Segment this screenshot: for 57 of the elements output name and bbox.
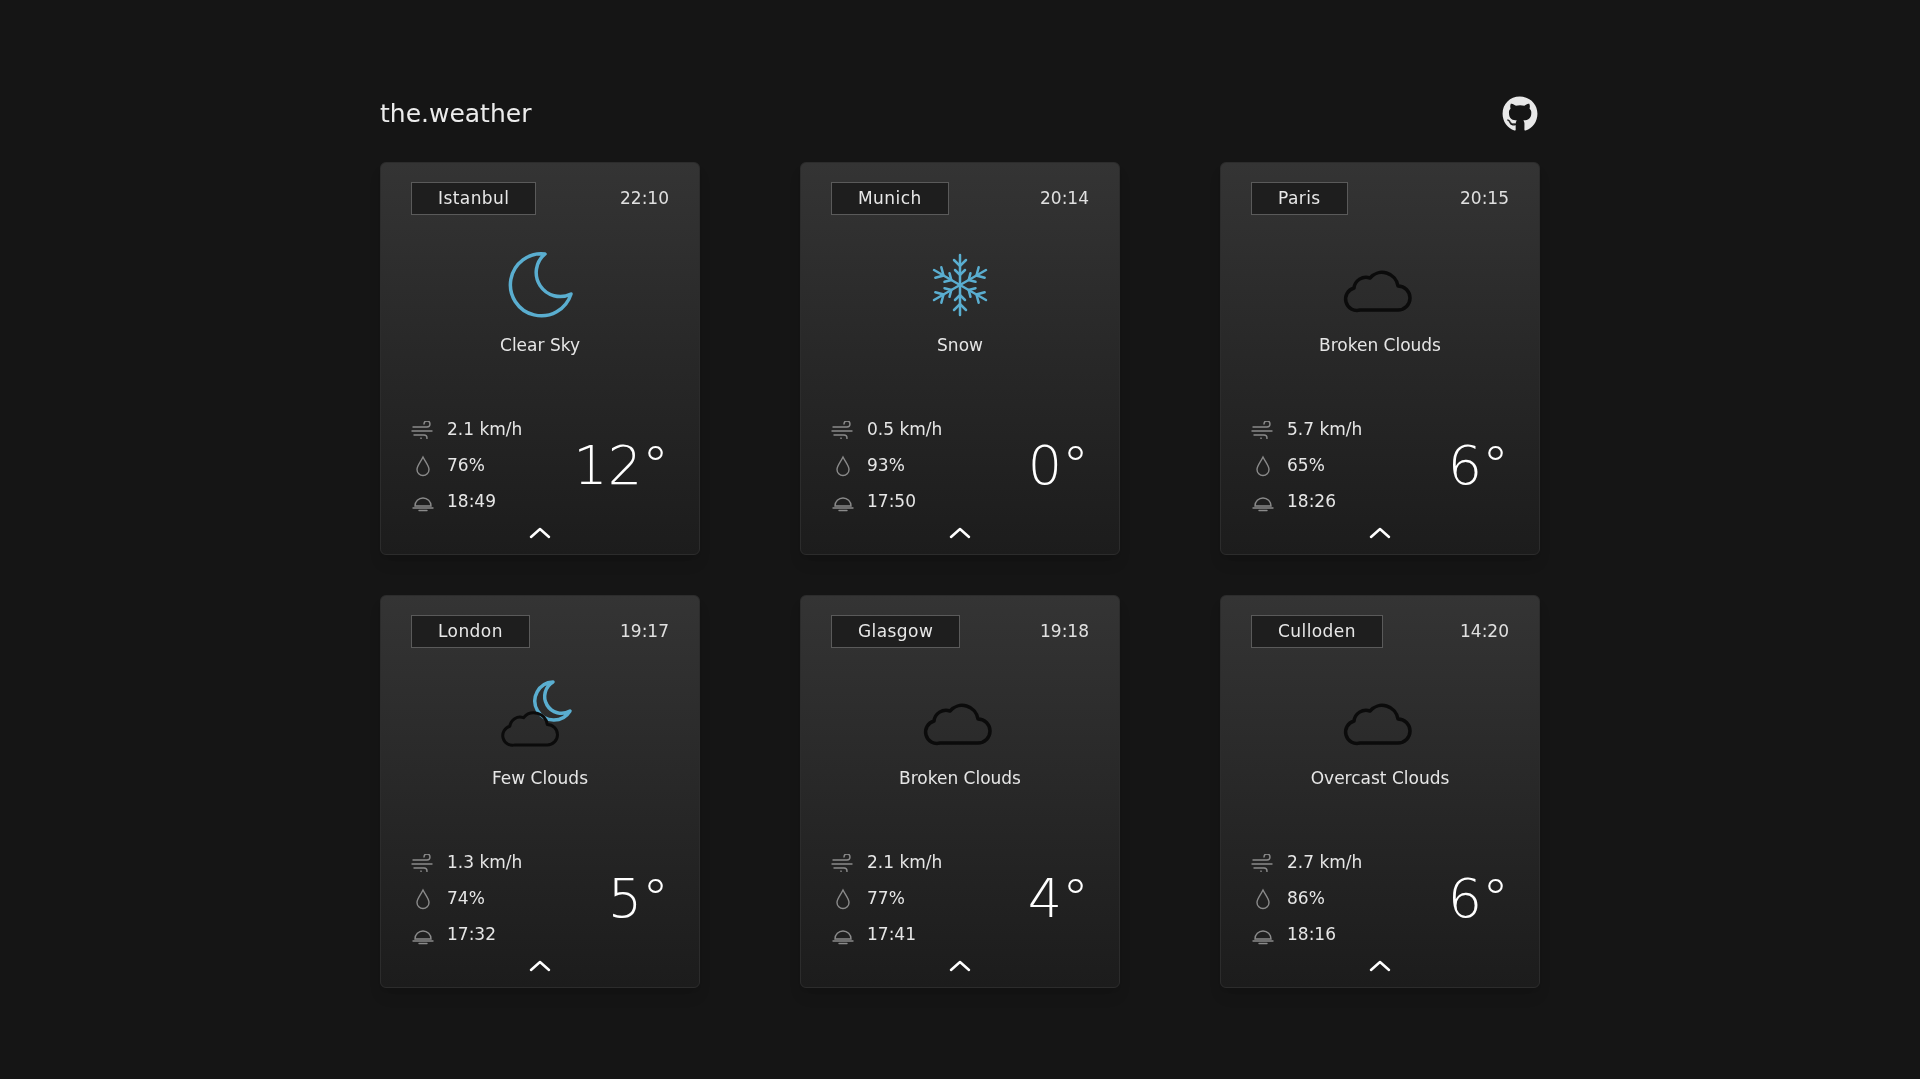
- condition-label: Few Clouds: [491, 767, 588, 790]
- humidity: 86%: [1287, 887, 1325, 911]
- sunset-time: 17:41: [867, 923, 916, 947]
- cat-logo-icon: [1502, 96, 1538, 132]
- sunset-time: 18:49: [447, 490, 496, 514]
- temperature: 6°: [1447, 872, 1509, 926]
- chevron-up-icon: [529, 527, 551, 539]
- city-label: Paris: [1251, 182, 1348, 215]
- condition-label: Snow: [937, 334, 983, 357]
- chevron-up-icon: [949, 527, 971, 539]
- local-time: 20:15: [1460, 186, 1509, 210]
- temperature: 4°: [1027, 872, 1089, 926]
- temperature: 0°: [1027, 439, 1089, 493]
- city-label: Culloden: [1251, 615, 1383, 648]
- wind-icon: [831, 421, 855, 439]
- condition-label: Broken Clouds: [1319, 334, 1441, 357]
- city-label: Istanbul: [411, 182, 537, 215]
- wind-icon: [1251, 421, 1275, 439]
- temperature: 6°: [1447, 439, 1509, 493]
- wind-icon: [411, 421, 435, 439]
- local-time: 14:20: [1460, 619, 1509, 643]
- wind-icon: [1251, 854, 1275, 872]
- chevron-up-icon: [1369, 960, 1391, 972]
- sunset-time: 18:26: [1287, 490, 1336, 514]
- humidity: 74%: [447, 887, 485, 911]
- wind-speed: 0.5 km/h: [867, 418, 943, 442]
- app-title: the.weather: [380, 98, 532, 131]
- city-label: London: [411, 615, 530, 648]
- temperature: 12°: [573, 439, 669, 493]
- local-time: 19:18: [1040, 619, 1089, 643]
- sunset-time: 17:50: [867, 490, 916, 514]
- condition-label: Clear Sky: [500, 334, 580, 357]
- wind-speed: 1.3 km/h: [447, 851, 523, 875]
- city-label: Munich: [831, 182, 949, 215]
- wind-speed: 2.1 km/h: [867, 851, 943, 875]
- github-link[interactable]: [1502, 96, 1538, 132]
- condition-label: Broken Clouds: [899, 767, 1021, 790]
- wind-speed: 2.7 km/h: [1287, 851, 1363, 875]
- chevron-up-icon: [949, 960, 971, 972]
- humidity: 93%: [867, 454, 905, 478]
- condition-label: Overcast Clouds: [1310, 767, 1450, 790]
- wind-speed: 5.7 km/h: [1287, 418, 1363, 442]
- sunset-time: 18:16: [1287, 923, 1336, 947]
- chevron-up-icon: [1369, 527, 1391, 539]
- wind-icon: [831, 854, 855, 872]
- sunset-time: 17:32: [447, 923, 496, 947]
- local-time: 19:17: [620, 619, 669, 643]
- chevron-up-icon: [529, 960, 551, 972]
- humidity: 77%: [867, 887, 905, 911]
- local-time: 22:10: [620, 186, 669, 210]
- wind-speed: 2.1 km/h: [447, 418, 523, 442]
- local-time: 20:14: [1040, 186, 1089, 210]
- city-label: Glasgow: [831, 615, 961, 648]
- temperature: 5°: [607, 872, 669, 926]
- humidity: 65%: [1287, 454, 1325, 478]
- wind-icon: [411, 854, 435, 872]
- humidity: 76%: [447, 454, 485, 478]
